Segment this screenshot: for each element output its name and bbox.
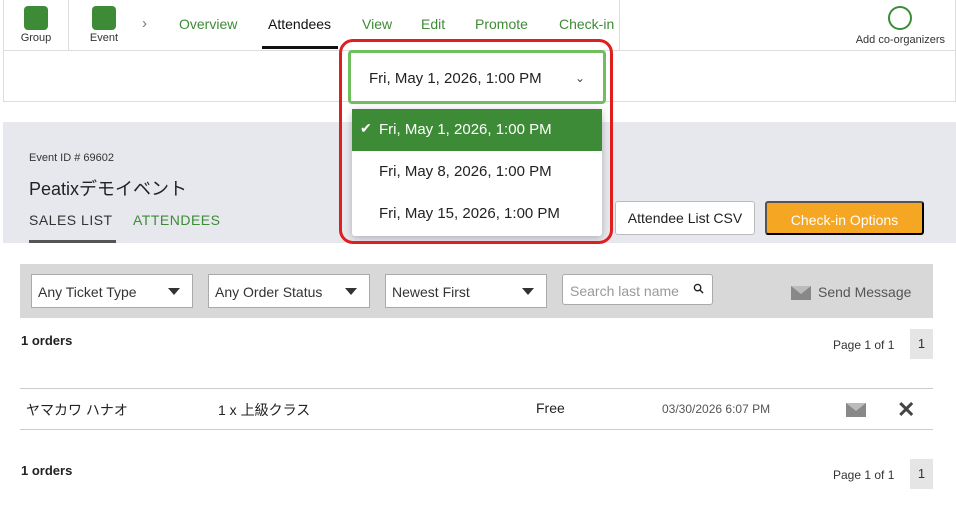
group-icon (24, 6, 48, 30)
date-option-label: Fri, May 1, 2026, 1:00 PM (379, 121, 552, 138)
check-in-options-button[interactable]: Check-in Options (765, 201, 924, 235)
chevron-right-icon: › (142, 15, 147, 32)
tab-overview[interactable]: Overview (179, 16, 237, 32)
order-status-select[interactable]: Any Order Status (208, 274, 370, 308)
search-placeholder: Search last name (570, 283, 679, 299)
date-dropdown-menu: ✔ Fri, May 1, 2026, 1:00 PM Fri, May 8, … (352, 109, 602, 236)
event-name: Peatixデモイベント (29, 179, 188, 199)
search-icon (693, 283, 704, 294)
tab-edit[interactable]: Edit (421, 16, 445, 32)
order-date: 03/30/2026 6:07 PM (662, 402, 771, 416)
table-row[interactable]: ヤマカワ ハナオ 1 x 上級クラス Free 03/30/2026 6:07 … (20, 388, 933, 430)
orders-count-bottom: 1 orders (21, 463, 73, 478)
date-select[interactable]: Fri, May 1, 2026, 1:00 PM ⌄ (348, 50, 606, 104)
page-info-bottom: Page 1 of 1 (833, 468, 895, 482)
group-label: Group (20, 32, 52, 44)
close-icon[interactable]: ✕ (897, 397, 915, 423)
nav-divider (619, 0, 620, 50)
group-nav-button[interactable]: Group (4, 0, 69, 50)
date-option-label: Fri, May 15, 2026, 1:00 PM (379, 205, 560, 222)
top-nav: Group Event › Overview Attendees View Ed… (3, 0, 956, 51)
event-nav-button[interactable]: Event (69, 0, 139, 50)
tab-attendees-list[interactable]: ATTENDEES (133, 212, 220, 228)
ticket-info: 1 x 上級クラス (218, 402, 311, 418)
tab-attendees[interactable]: Attendees (268, 16, 331, 32)
event-id: Event ID # 69602 (29, 152, 115, 164)
tab-view[interactable]: View (362, 16, 392, 32)
send-message-button[interactable]: Send Message (791, 284, 911, 300)
order-status-value: Any Order Status (215, 284, 323, 300)
checkmark-icon: ✔ (360, 120, 372, 136)
date-option[interactable]: ✔ Fri, May 1, 2026, 1:00 PM (352, 109, 602, 151)
dropdown-arrow-icon (522, 288, 534, 295)
ticket-type-value: Any Ticket Type (38, 284, 137, 300)
page-number-button-bottom[interactable]: 1 (910, 459, 933, 489)
orders-count: 1 orders (21, 333, 73, 348)
envelope-icon (791, 286, 811, 300)
sales-list-underline (29, 240, 116, 243)
date-option-label: Fri, May 8, 2026, 1:00 PM (379, 163, 552, 180)
dropdown-arrow-icon (345, 288, 357, 295)
page-number-button[interactable]: 1 (910, 329, 933, 359)
send-message-label: Send Message (818, 284, 912, 300)
event-label: Event (89, 32, 119, 44)
attendee-list-csv-button[interactable]: Attendee List CSV (615, 201, 755, 235)
envelope-icon[interactable] (846, 403, 866, 417)
tab-sales-list[interactable]: SALES LIST (29, 212, 113, 228)
page-info: Page 1 of 1 (833, 338, 895, 352)
calendar-icon (92, 6, 116, 30)
active-tab-underline (262, 46, 338, 49)
search-input[interactable]: Search last name (562, 274, 713, 305)
date-option[interactable]: Fri, May 8, 2026, 1:00 PM (352, 151, 602, 193)
sort-value: Newest First (392, 284, 470, 300)
date-option[interactable]: Fri, May 15, 2026, 1:00 PM (352, 193, 602, 235)
add-coorganizers-label: Add co-organizers (855, 34, 945, 46)
attendee-name: ヤマカワ ハナオ (26, 402, 128, 418)
add-person-icon (888, 6, 913, 30)
price: Free (536, 400, 565, 416)
sort-select[interactable]: Newest First (385, 274, 547, 308)
chevron-down-icon: ⌄ (574, 71, 585, 85)
tab-check-in[interactable]: Check-in (559, 16, 614, 32)
tab-promote[interactable]: Promote (475, 16, 528, 32)
ticket-type-select[interactable]: Any Ticket Type (31, 274, 193, 308)
dropdown-arrow-icon (168, 288, 180, 295)
add-coorganizers-button[interactable]: Add co-organizers (856, 6, 945, 46)
date-select-value: Fri, May 1, 2026, 1:00 PM (369, 70, 542, 87)
